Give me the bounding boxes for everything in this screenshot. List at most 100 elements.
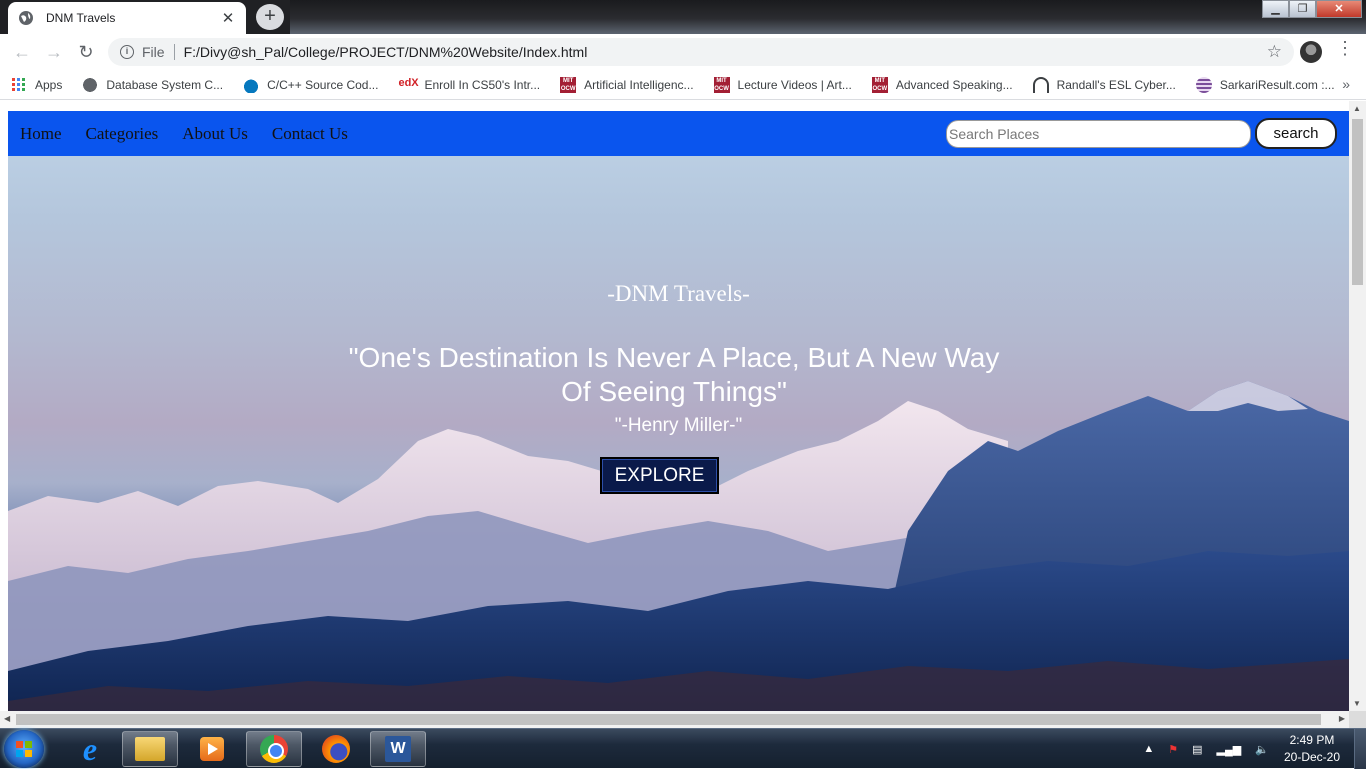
globe-icon [19,11,33,25]
scroll-up-icon[interactable]: ▲ [1353,104,1361,113]
close-window-button[interactable]: ✕ [1316,0,1362,18]
bookmark-advanced-speaking[interactable]: MIT OCW Advanced Speaking... [871,76,1013,93]
bookmark-apps[interactable]: Apps [12,78,62,92]
forward-arrow-icon[interactable]: → [38,38,70,66]
bookmark-label: C/C++ Source Cod... [267,77,379,92]
word-icon: W [385,736,411,762]
info-icon[interactable]: i [120,45,134,59]
browser-toolbar: ← → ↻ i File F:/Divy@sh_Pal/College/PROJ… [0,34,1366,70]
restore-button[interactable]: ❐ [1289,0,1316,18]
bookmark-ai[interactable]: MIT OCW Artificial Intelligenc... [560,76,694,93]
system-tray: ▲ ⚑ ▤ ▂▄▆ 🔈 2:49 PM 20-Dec-20 [1136,729,1366,769]
clock-date: 20-Dec-20 [1283,750,1340,764]
tray-expand-icon[interactable]: ▲ [1143,743,1154,755]
bookmarks-bar: Apps Database System C... C/C++ Source C… [0,70,1366,100]
taskbar-word[interactable]: W [370,731,426,767]
explore-button[interactable]: EXPLORE [600,457,719,494]
bookmark-label: SarkariResult.com :... [1219,77,1335,92]
file-scheme-label: File [142,44,165,60]
bookmark-label: Randall's ESL Cyber... [1056,77,1176,92]
browser-tab-strip: DNM Travels ✕ + ▁ ❐ ✕ [0,0,1366,34]
windows-taskbar: e W ▲ ⚑ ▤ ▂▄▆ 🔈 2:49 PM 20-Dec-20 [0,728,1366,769]
scrollbar-corner [1349,711,1366,728]
network-icon[interactable]: ▂▄▆ [1217,743,1242,756]
action-center-flag-icon[interactable]: ⚑ [1168,743,1178,756]
mountain-landscape [8,381,1349,711]
media-player-icon [200,737,224,761]
file-explorer-icon [135,737,165,761]
bookmark-sarkari[interactable]: SarkariResult.com :... [1195,76,1335,93]
browser-tab[interactable]: DNM Travels ✕ [8,2,246,34]
clock-time: 2:49 PM [1289,733,1335,747]
nav-contact-us[interactable]: Contact Us [272,124,348,144]
minimize-button[interactable]: ▁ [1262,0,1289,18]
scroll-down-icon[interactable]: ▼ [1353,699,1361,708]
site-navbar: Home Categories About Us Contact Us sear… [8,111,1349,156]
nav-categories[interactable]: Categories [86,124,159,144]
edx-icon: edX [398,76,419,89]
volume-icon[interactable]: 🔈 [1255,743,1269,756]
vertical-scrollbar[interactable]: ▲ ▼ [1349,101,1366,711]
system-clock[interactable]: 2:49 PM 20-Dec-20 [1284,732,1340,766]
address-bar[interactable]: i File F:/Divy@sh_Pal/College/PROJECT/DN… [108,38,1294,66]
nav-home[interactable]: Home [20,124,62,144]
taskbar-chrome[interactable] [246,731,302,767]
bookmark-randalls[interactable]: Randall's ESL Cyber... [1032,76,1176,93]
bookmark-star-icon[interactable]: ☆ [1267,42,1282,62]
bookmark-cpp-source[interactable]: C/C++ Source Cod... [243,76,379,93]
bookmark-lecture-videos[interactable]: MIT OCW Lecture Videos | Art... [713,76,852,93]
firefox-icon [322,735,350,763]
device-icon[interactable]: ▤ [1192,743,1202,756]
horizontal-scrollbar[interactable]: ◀ ▶ [0,711,1349,728]
title-bar-background [290,0,1366,34]
brand-title: -DNM Travels- [607,281,750,306]
window-controls: ▁ ❐ ✕ [1262,0,1362,18]
bookmark-cs50[interactable]: edX Enroll In CS50's Intr... [398,77,540,93]
address-url[interactable]: F:/Divy@sh_Pal/College/PROJECT/DNM%20Web… [184,44,1267,60]
bookmarks-overflow-icon[interactable]: » [1342,76,1350,92]
bookmark-label: Advanced Speaking... [895,77,1013,92]
chrome-icon [260,735,288,763]
back-arrow-icon[interactable]: ← [6,38,38,66]
profile-avatar[interactable] [1300,41,1322,63]
bookmark-label: Enroll In CS50's Intr... [424,77,541,92]
address-separator [173,44,175,60]
mit-ocw-icon: MIT OCW [871,76,888,93]
bookmark-database-system[interactable]: Database System C... [82,76,224,93]
nav-about-us[interactable]: About Us [182,124,248,144]
mit-ocw-icon: MIT OCW [713,76,730,93]
taskbar-firefox[interactable] [308,731,364,767]
drupal-drop-icon [243,76,260,93]
apps-grid-icon [12,78,25,91]
reload-icon[interactable]: ↻ [70,38,102,66]
tab-title: DNM Travels [46,11,116,25]
bookmark-label: Lecture Videos | Art... [737,77,852,92]
bookmark-label: Artificial Intelligenc... [584,77,694,92]
horizontal-scroll-thumb[interactable] [16,714,1321,725]
globe-icon [82,76,99,93]
page-viewport: Home Categories About Us Contact Us sear… [0,101,1366,728]
search-input[interactable] [946,120,1251,148]
new-tab-button[interactable]: + [256,4,284,30]
scroll-left-icon[interactable]: ◀ [4,714,10,723]
bookmark-label: Database System C... [106,77,224,92]
mit-ocw-icon: MIT OCW [560,76,577,93]
vertical-scroll-thumb[interactable] [1352,119,1363,285]
sarkari-icon [1195,76,1212,93]
search-button[interactable]: search [1255,118,1337,149]
hero-background [8,111,1349,711]
start-button[interactable] [4,730,44,768]
browser-menu-icon[interactable]: ⋮ [1336,38,1354,59]
bookmark-label: Apps [35,77,63,92]
headphones-icon [1032,76,1049,93]
internet-explorer-icon: e [82,730,98,767]
taskbar-media-player[interactable] [184,731,240,767]
windows-logo-icon [16,741,32,757]
quote-author: "-Henry Miller-" [614,415,743,436]
taskbar-internet-explorer[interactable]: e [62,731,118,767]
hero-quote: "One's Destination Is Never A Place, But… [348,342,1000,407]
taskbar-file-explorer[interactable] [122,731,178,767]
scroll-right-icon[interactable]: ▶ [1339,714,1345,723]
show-desktop-button[interactable] [1354,729,1366,769]
tab-close-icon[interactable]: ✕ [220,9,236,27]
